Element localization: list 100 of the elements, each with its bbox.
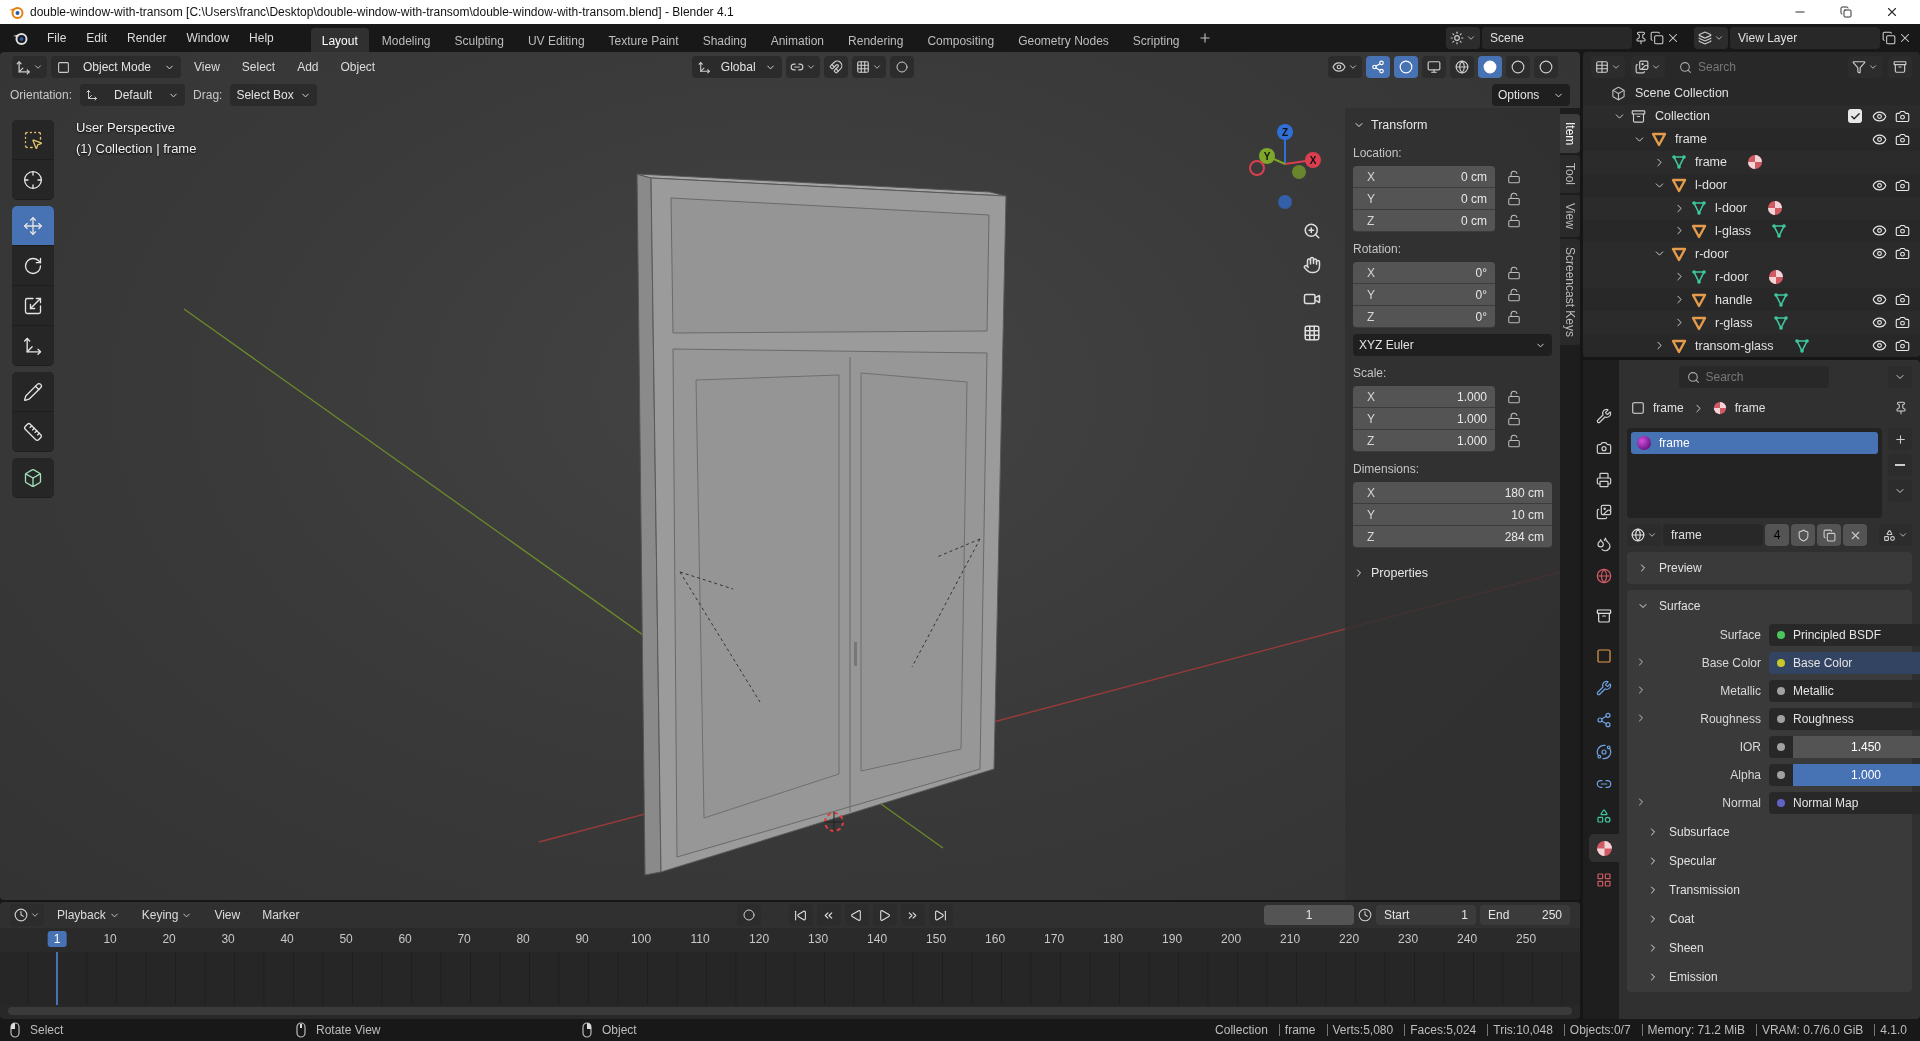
- frame-number: 50: [339, 932, 353, 946]
- sidebar-tab[interactable]: Screencast Keys: [1560, 239, 1580, 346]
- viewport-menu-item[interactable]: Object: [331, 57, 385, 77]
- number-field[interactable]: Y 0 cm: [1353, 188, 1495, 210]
- number-field[interactable]: X 0 cm: [1353, 166, 1495, 188]
- workspace-tab[interactable]: Animation: [759, 27, 836, 53]
- number-field[interactable]: Z 0°: [1353, 306, 1495, 328]
- transform-panel-header[interactable]: Transform: [1353, 114, 1552, 136]
- workspace-tab[interactable]: Texture Paint: [597, 27, 690, 53]
- socket-link-field[interactable]: Roughness: [1769, 708, 1920, 730]
- outliner-item-name[interactable]: l-door: [1715, 201, 1747, 216]
- outliner-item-name[interactable]: r-door: [1715, 269, 1749, 284]
- number-field[interactable]: Z 284 cm: [1353, 526, 1552, 548]
- options-dropdown[interactable]: Options: [1492, 84, 1570, 106]
- viewport-menu-item[interactable]: Add: [288, 57, 328, 77]
- frame-number: 150: [926, 932, 947, 946]
- outliner-item-name[interactable]: handle: [1715, 292, 1753, 307]
- number-field[interactable]: X 1.000: [1353, 386, 1495, 408]
- menu-item[interactable]: Window: [177, 28, 239, 48]
- number-field[interactable]: Z 0 cm: [1353, 210, 1495, 232]
- menu-item[interactable]: Help: [240, 28, 283, 48]
- workspace-tab[interactable]: Shading: [691, 27, 758, 53]
- viewport-menu-item[interactable]: Select: [232, 57, 285, 77]
- current-frame-field[interactable]: 1: [1264, 905, 1354, 925]
- timeline-menu-item[interactable]: Playback: [48, 905, 129, 925]
- sidebar-tab[interactable]: Item: [1560, 114, 1580, 154]
- timeline-menu-item[interactable]: Marker: [253, 905, 309, 925]
- number-field[interactable]: Y 0°: [1353, 284, 1495, 306]
- properties-panel-header[interactable]: Properties: [1353, 562, 1552, 584]
- frame-number: 180: [1103, 932, 1124, 946]
- subpanel-header[interactable]: Specular: [1635, 847, 1904, 874]
- timeline-menu-item[interactable]: View: [205, 905, 250, 925]
- frame-number: 220: [1339, 932, 1360, 946]
- transform-orientation-dropdown[interactable]: Global: [692, 56, 783, 78]
- socket-link-field[interactable]: Normal Map: [1769, 792, 1920, 814]
- outliner-item-name[interactable]: r-door: [1695, 246, 1729, 261]
- start-frame-field[interactable]: Start 1: [1376, 905, 1476, 925]
- outliner-item-name[interactable]: r-glass: [1715, 315, 1753, 330]
- view-layer-field[interactable]: View Layer: [1730, 27, 1880, 49]
- frame-number: 240: [1457, 932, 1478, 946]
- outliner-item-name[interactable]: frame: [1675, 132, 1707, 147]
- outliner-item-name[interactable]: transom-glass: [1695, 338, 1774, 353]
- subpanel-header[interactable]: Coat: [1635, 905, 1904, 932]
- slot-name[interactable]: frame: [1659, 436, 1690, 450]
- number-field[interactable]: Y 10 cm: [1353, 504, 1552, 526]
- number-field[interactable]: X 0°: [1353, 262, 1495, 284]
- value-field[interactable]: 1.450: [1769, 736, 1920, 758]
- rotation-mode-dropdown[interactable]: XYZ Euler: [1353, 334, 1552, 356]
- number-field[interactable]: X 180 cm: [1353, 482, 1552, 504]
- material-slot[interactable]: frame: [1631, 432, 1878, 454]
- subpanel-header[interactable]: Sheen: [1635, 934, 1904, 961]
- outliner-item-name[interactable]: l-glass: [1715, 224, 1752, 238]
- socket-link-field[interactable]: Base Color: [1769, 652, 1920, 674]
- workspace-tab[interactable]: Scripting: [1121, 27, 1191, 53]
- workspace-tab[interactable]: Layout: [310, 27, 369, 53]
- playhead-frame[interactable]: 1: [47, 931, 67, 947]
- sidebar-tab[interactable]: View: [1560, 195, 1580, 238]
- scene-field[interactable]: Scene: [1482, 27, 1632, 49]
- viewport-menu-item[interactable]: View: [185, 57, 229, 77]
- end-frame-field[interactable]: End 250: [1480, 905, 1570, 925]
- frame-number: 130: [808, 932, 829, 946]
- value-field[interactable]: 1.000: [1769, 764, 1920, 786]
- mode-dropdown[interactable]: Object Mode: [51, 56, 181, 78]
- panel-header[interactable]: Surface: [1635, 592, 1904, 620]
- axis-gizmo[interactable]: Z Y X: [1243, 120, 1327, 212]
- view-name: User Perspective: [76, 120, 176, 135]
- material-name-field[interactable]: frame: [1663, 524, 1763, 546]
- sidebar-tab[interactable]: Tool: [1560, 155, 1580, 194]
- socket-link-field[interactable]: Principled BSDF: [1769, 624, 1920, 646]
- socket-label: Roughness: [1699, 712, 1761, 726]
- workspace-tab[interactable]: Modeling: [370, 27, 442, 53]
- outliner-item-name[interactable]: l-door: [1695, 178, 1727, 193]
- workspace-tab[interactable]: Sculpting: [443, 27, 515, 53]
- drag-dropdown[interactable]: Select Box: [230, 84, 317, 106]
- number-field[interactable]: Z 1.000: [1353, 430, 1495, 452]
- drag-label: Drag:: [193, 88, 223, 102]
- socket-label: Base Color: [1700, 656, 1761, 670]
- outliner-item-name[interactable]: Collection: [1655, 109, 1710, 124]
- socket-link-field[interactable]: Metallic: [1769, 680, 1920, 702]
- outliner-item-name[interactable]: Scene Collection: [1635, 86, 1729, 101]
- menu-item[interactable]: Edit: [77, 28, 117, 48]
- timeline-menu-item[interactable]: Keying: [132, 905, 202, 925]
- orientation-label: Orientation:: [10, 88, 73, 102]
- menu-item[interactable]: Render: [118, 28, 176, 48]
- subpanel-header[interactable]: Transmission: [1635, 876, 1904, 903]
- outliner-item-name[interactable]: frame: [1695, 155, 1727, 170]
- workspace-tab[interactable]: Rendering: [837, 27, 915, 53]
- menu-item[interactable]: File: [38, 28, 76, 48]
- frame-number: 10: [103, 932, 117, 946]
- frame-number: 140: [867, 932, 888, 946]
- group-label: Scale:: [1353, 366, 1388, 380]
- status-stat: Memory: 71.2 MiB: [1641, 1024, 1750, 1036]
- number-field[interactable]: Y 1.000: [1353, 408, 1495, 430]
- subpanel-header[interactable]: Subsurface: [1635, 818, 1904, 845]
- workspace-tab[interactable]: UV Editing: [516, 27, 596, 53]
- workspace-tab[interactable]: Compositing: [916, 27, 1006, 53]
- subpanel-header[interactable]: Emission: [1635, 963, 1904, 990]
- frame-number: 200: [1221, 932, 1242, 946]
- workspace-tab[interactable]: Geometry Nodes: [1007, 27, 1120, 53]
- orientation-dropdown[interactable]: Default: [80, 84, 186, 106]
